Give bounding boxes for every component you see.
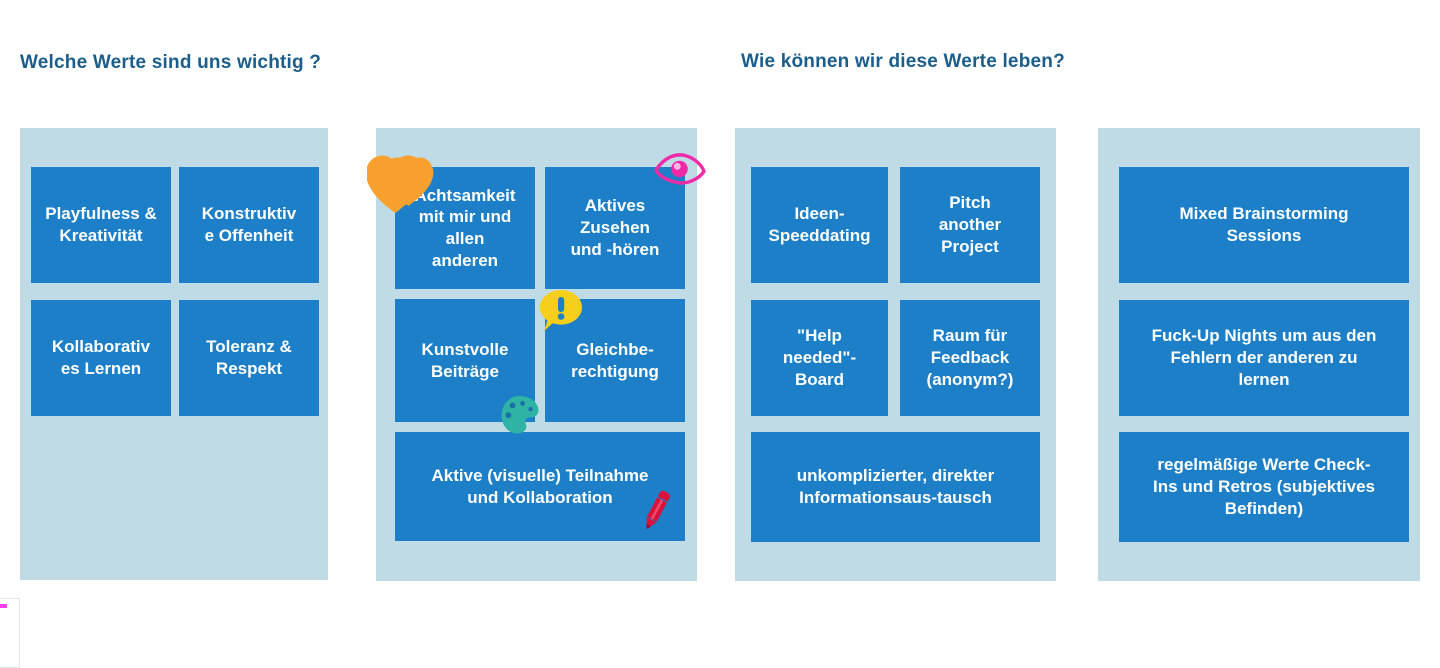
- card-werte-check-ins[interactable]: regelmäßige Werte Check- Ins und Retros …: [1119, 432, 1409, 542]
- card-pitch-another-project[interactable]: Pitch another Project: [900, 167, 1040, 283]
- card-playfulness-kreativitaet[interactable]: Playfulness & Kreativität: [31, 167, 171, 283]
- card-label: Playfulness & Kreativität: [45, 204, 157, 245]
- section-heading-practices: Wie können wir diese Werte leben?: [741, 51, 1065, 72]
- magenta-divider: [0, 604, 7, 608]
- card-kunstvolle-beitraege[interactable]: Kunstvolle Beiträge: [395, 299, 535, 422]
- card-label: Pitch another Project: [938, 193, 1002, 256]
- card-label: regelmäßige Werte Check- Ins und Retros …: [1153, 455, 1375, 518]
- card-label: Ideen- Speeddating: [768, 204, 871, 245]
- card-aktive-teilnahme[interactable]: Aktive (visuelle) Teilnahme und Kollabor…: [395, 432, 685, 541]
- card-help-needed-board[interactable]: "Help needed"- Board: [751, 300, 888, 416]
- card-ideen-speeddating[interactable]: Ideen- Speeddating: [751, 167, 888, 283]
- card-label: Kollaborativ es Lernen: [51, 337, 151, 378]
- card-label: "Help needed"- Board: [782, 326, 857, 389]
- card-label: Gleichbe- rechtigung: [571, 339, 659, 381]
- card-raum-fuer-feedback[interactable]: Raum für Feedback (anonym?): [900, 300, 1040, 416]
- card-label: Mixed Brainstorming Sessions: [1179, 204, 1349, 245]
- card-aktives-zusehen[interactable]: Aktives Zusehen und -hören: [545, 167, 685, 289]
- card-toleranz-respekt[interactable]: Toleranz & Respekt: [179, 300, 319, 416]
- offscreen-panel-artifact: [0, 598, 20, 668]
- section-heading-values: Welche Werte sind uns wichtig ?: [20, 52, 322, 73]
- card-achtsamkeit[interactable]: Achtsamkeit mit mir und allen anderen: [395, 167, 535, 289]
- card-label: unkomplizierter, direkter Informationsau…: [796, 466, 995, 507]
- card-label: Aktives Zusehen und -hören: [570, 196, 660, 259]
- card-mixed-brainstorming[interactable]: Mixed Brainstorming Sessions: [1119, 167, 1409, 283]
- card-fuck-up-nights[interactable]: Fuck-Up Nights um aus den Fehlern der an…: [1119, 300, 1409, 416]
- card-kollaboratives-lernen[interactable]: Kollaborativ es Lernen: [31, 300, 171, 416]
- card-label: Kunstvolle Beiträge: [421, 339, 509, 381]
- card-gleichberechtigung[interactable]: Gleichbe- rechtigung: [545, 299, 685, 422]
- card-konstruktive-offenheit[interactable]: Konstruktiv e Offenheit: [179, 167, 319, 283]
- card-label: Achtsamkeit mit mir und allen anderen: [414, 185, 516, 270]
- card-label: Toleranz & Respekt: [206, 337, 292, 378]
- card-label: Raum für Feedback (anonym?): [926, 326, 1014, 389]
- whiteboard-canvas: Welche Werte sind uns wichtig ? Wie könn…: [0, 0, 1440, 668]
- card-informationsaustausch[interactable]: unkomplizierter, direkter Informationsau…: [751, 432, 1040, 542]
- card-label: Aktive (visuelle) Teilnahme und Kollabor…: [431, 465, 649, 507]
- card-label: Fuck-Up Nights um aus den Fehlern der an…: [1151, 326, 1377, 389]
- card-label: Konstruktiv e Offenheit: [201, 204, 297, 245]
